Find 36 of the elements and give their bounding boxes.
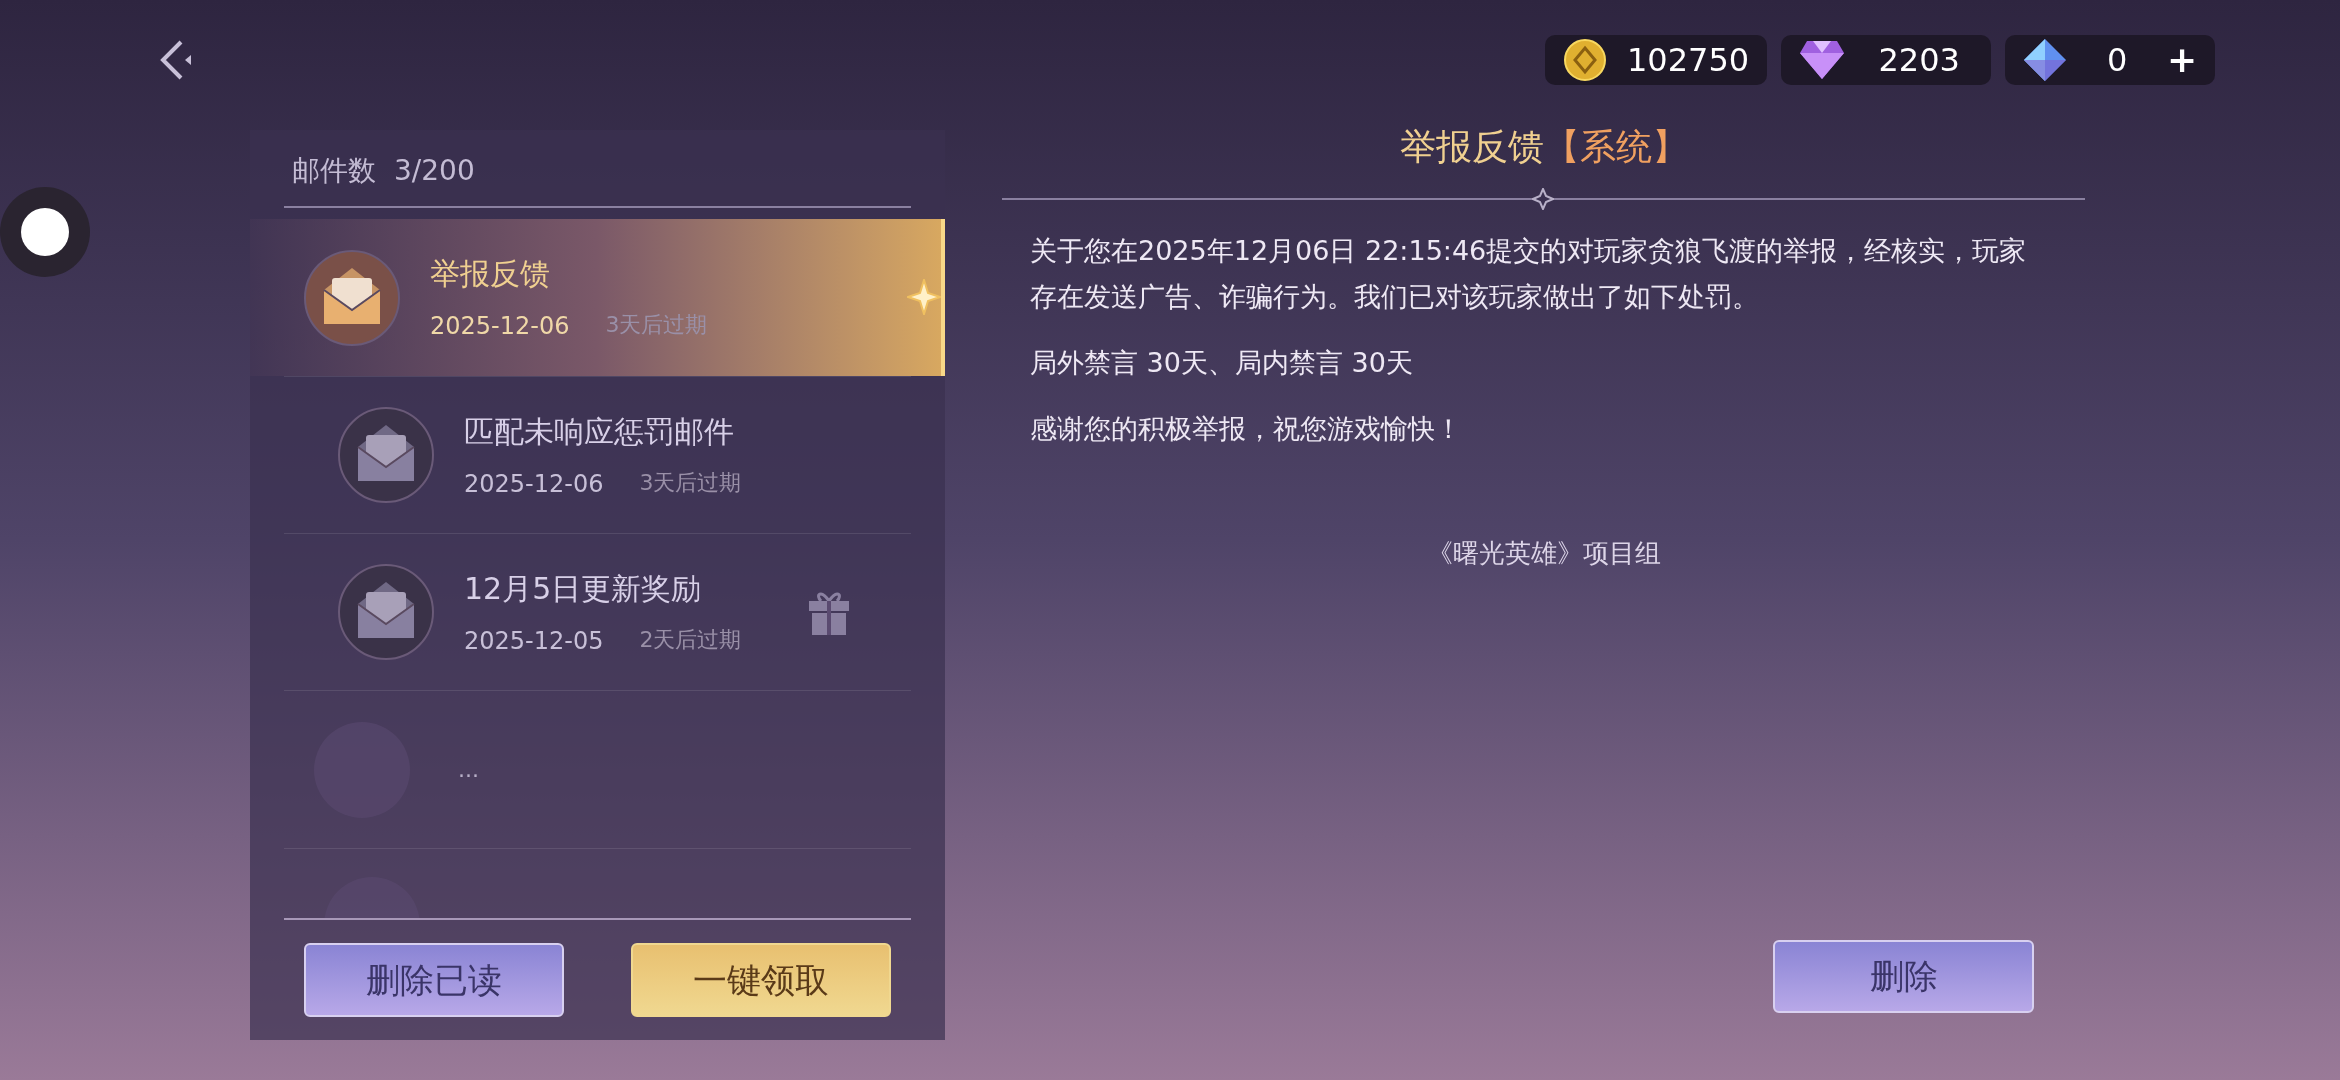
mail-title: 举报反馈 [1399,125,1544,169]
expiry-text: 2天后过期 [639,625,742,654]
mail-date: 2025-12-05 [464,625,604,657]
mail-date: 2025-12-06 [430,311,570,342]
envelope-icon [302,247,402,348]
expiry-text: 3天后过期 [639,468,742,497]
gem-icon [1799,39,1846,81]
mail-paragraph: 关于您在2025年12月06日 22:15:46提交的对玩家贪狼飞渡的举报，经核实，玩家存在发送广告、诈骗行为。我们已对该玩家做出了如下处罚。 [1030,234,2028,314]
delete-button[interactable]: 删除 [1773,940,2034,1013]
sparkle-icon [907,279,941,315]
mail-title: 12月5日更新奖励 [464,569,703,608]
envelope-icon [336,562,436,662]
currency-amount: 0 [2105,40,2129,81]
mail-paragraph: 局外禁言 30天、局内禁言 30天 [1030,346,1414,380]
delete-read-button[interactable]: 删除已读 [304,943,564,1017]
coin-icon [1563,38,1607,82]
mail-count: 3/200 [394,153,475,189]
mail-count-label: 邮件数 [292,153,376,189]
currency-amount: 2203 [1877,40,1961,81]
envelope-icon [336,405,436,505]
mail-date: 2025-12-06 [464,468,604,500]
diamond-icon [1532,188,1554,210]
mail-item[interactable]: 举报反馈 2025-12-06 3天后过期 [250,219,945,376]
expiry-text: 3天后过期 [605,311,708,339]
mail-item[interactable]: 12月5日更新奖励 2025-12-05 2天后过期 [284,533,911,690]
mail-item[interactable]: 匹配未响应惩罚邮件 2025-12-06 3天后过期 [284,376,911,533]
currency-amount: 102750 [1627,40,1750,81]
mail-title: 匹配未响应惩罚邮件 [464,412,735,451]
crystal-icon [2023,38,2068,82]
mail-title: 举报反馈 [430,255,551,293]
mail-paragraph: 感谢您的积极举报，祝您游戏愉快！ [1030,412,1463,446]
signature: 《曙光英雄》项目组 [1426,537,1661,570]
claim-all-button[interactable]: 一键领取 [631,943,891,1017]
add-button[interactable]: + [2167,42,2198,78]
mail-tag: 【系统】 [1543,120,1688,174]
loading-text: ... [458,756,479,784]
